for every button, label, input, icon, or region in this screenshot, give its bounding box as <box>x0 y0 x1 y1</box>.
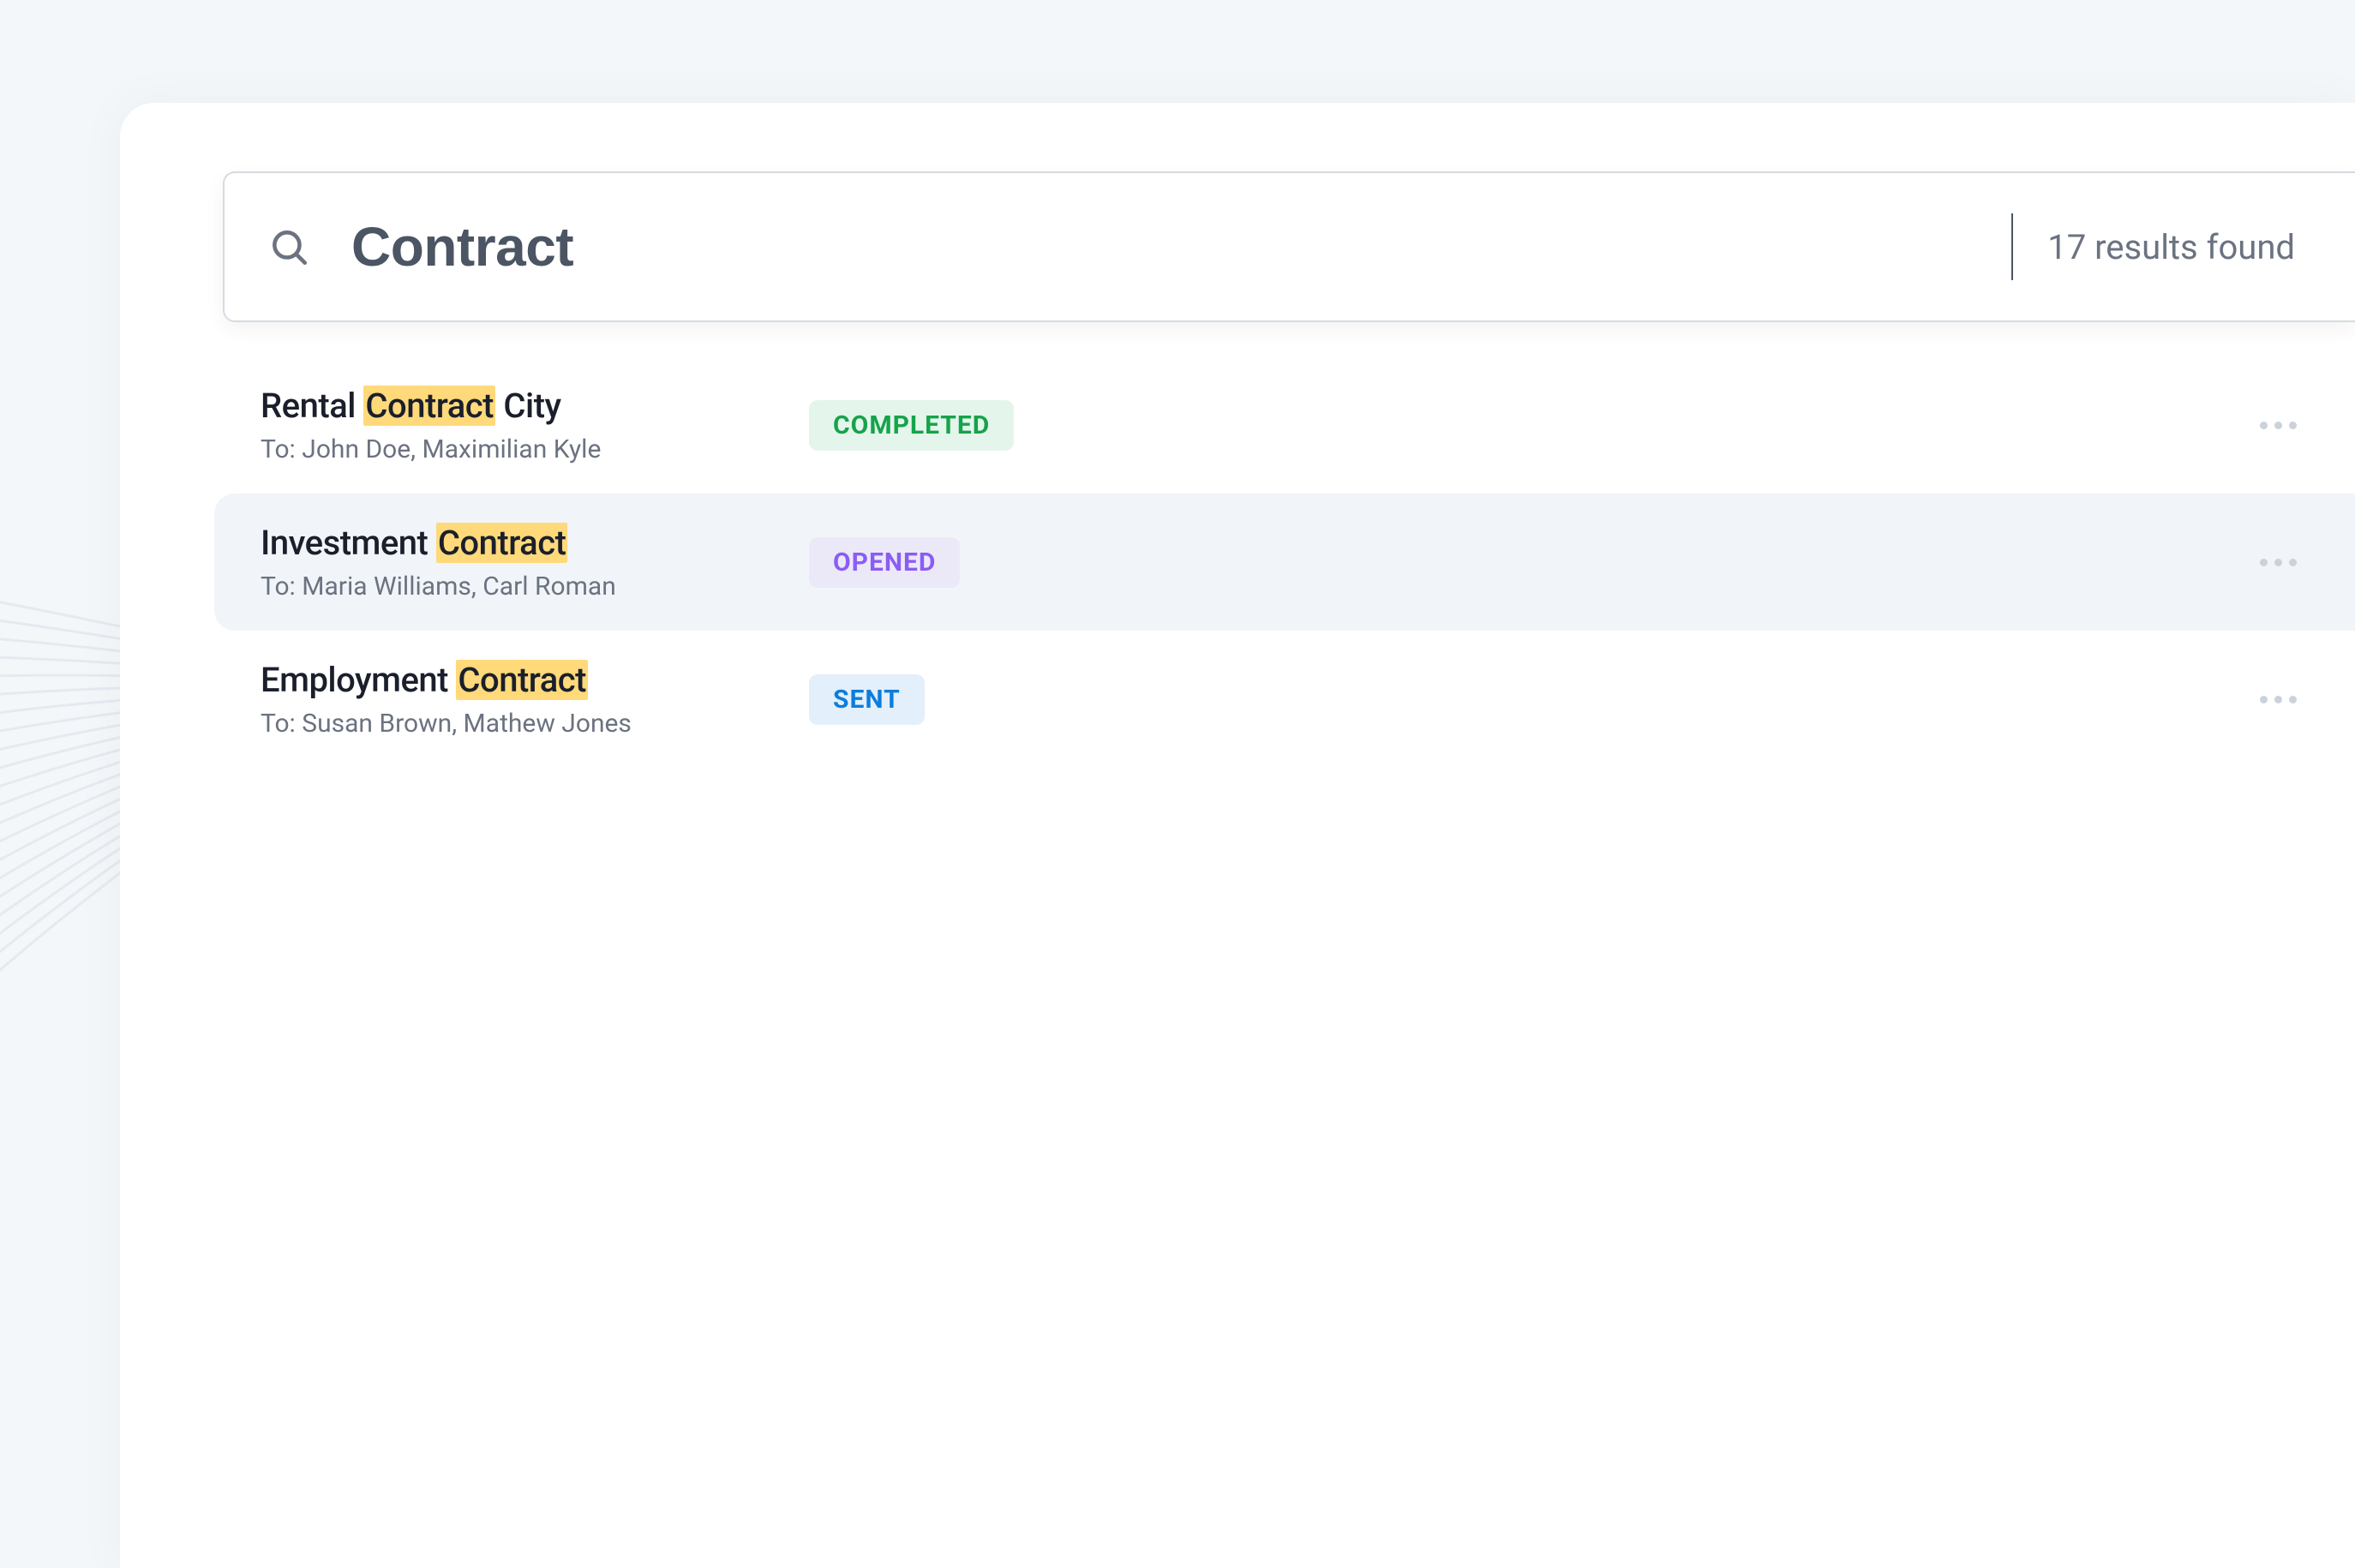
status-badge: OPENED <box>809 537 960 588</box>
text-caret <box>2011 213 2013 280</box>
title-post: City <box>495 386 561 426</box>
more-col <box>2235 689 2304 710</box>
search-input[interactable] <box>351 215 2013 278</box>
result-recipients: To: Susan Brown, Mathew Jones <box>261 709 783 739</box>
result-title: Rental Contract City <box>261 386 783 426</box>
result-main: Rental Contract City To: John Doe, Maximi… <box>261 386 809 464</box>
title-pre: Employment <box>261 660 456 700</box>
title-highlight: Contract <box>363 386 495 426</box>
title-pre: Rental <box>261 386 363 426</box>
result-recipients: To: John Doe, Maximilian Kyle <box>261 434 783 464</box>
result-main: Investment Contract To: Maria Williams, C… <box>261 523 809 601</box>
result-row[interactable]: Employment Contract To: Susan Brown, Math… <box>214 631 2355 768</box>
more-icon[interactable] <box>2253 552 2304 573</box>
status-badge: COMPLETED <box>809 400 1014 451</box>
result-row[interactable]: Rental Contract City To: John Doe, Maximi… <box>214 356 2355 494</box>
status-badge: SENT <box>809 674 925 725</box>
result-row[interactable]: Investment Contract To: Maria Williams, C… <box>214 494 2355 631</box>
status-col: SENT <box>809 674 2235 725</box>
result-main: Employment Contract To: Susan Brown, Math… <box>261 660 809 739</box>
search-icon <box>267 225 310 268</box>
result-title: Investment Contract <box>261 523 783 563</box>
status-col: OPENED <box>809 537 2235 588</box>
more-icon[interactable] <box>2253 415 2304 436</box>
more-col <box>2235 415 2304 436</box>
more-icon[interactable] <box>2253 689 2304 710</box>
results-list: Rental Contract City To: John Doe, Maximi… <box>214 356 2355 768</box>
more-col <box>2235 552 2304 573</box>
result-title: Employment Contract <box>261 660 783 700</box>
search-bar[interactable]: 17 results found <box>223 171 2355 322</box>
title-highlight: Contract <box>436 523 568 563</box>
result-recipients: To: Maria Williams, Carl Roman <box>261 572 783 601</box>
results-count: 17 results found <box>2047 227 2312 267</box>
title-pre: Investment <box>261 523 436 563</box>
status-col: COMPLETED <box>809 400 2235 451</box>
title-highlight: Contract <box>456 660 588 700</box>
search-panel: 17 results found Rental Contract City To:… <box>120 103 2355 1568</box>
